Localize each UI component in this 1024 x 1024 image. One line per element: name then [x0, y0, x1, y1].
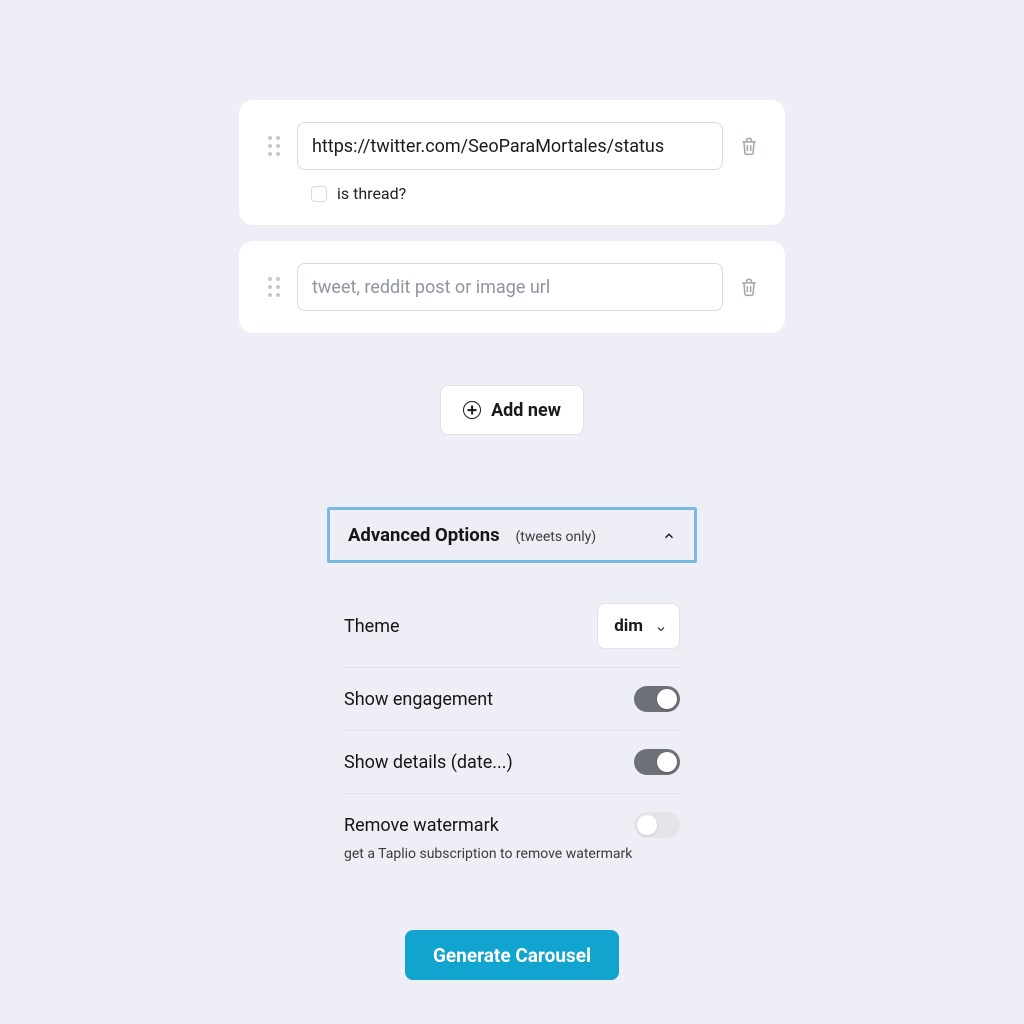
delete-button[interactable] — [737, 275, 761, 299]
generate-label: Generate Carousel — [433, 944, 591, 967]
advanced-options: Advanced Options (tweets only) — [327, 507, 697, 563]
watermark-toggle[interactable] — [634, 812, 680, 838]
url-card: is thread? — [239, 100, 785, 225]
theme-label: Theme — [344, 616, 400, 637]
chevron-up-icon — [662, 528, 676, 542]
add-new-label: Add new — [491, 400, 561, 421]
url-card — [239, 241, 785, 333]
url-input[interactable] — [297, 263, 723, 311]
url-row — [263, 122, 761, 170]
option-theme: Theme dim — [342, 585, 682, 668]
is-thread-checkbox[interactable] — [311, 186, 327, 202]
generate-button[interactable]: Generate Carousel — [405, 930, 619, 980]
chevron-down-icon — [655, 620, 667, 632]
details-label: Show details (date...) — [344, 752, 513, 773]
drag-handle-icon[interactable] — [263, 277, 283, 297]
advanced-options-note: (tweets only) — [516, 529, 597, 545]
thread-row: is thread? — [263, 184, 761, 203]
engagement-label: Show engagement — [344, 689, 493, 710]
drag-handle-icon[interactable] — [263, 136, 283, 156]
plus-circle-icon — [463, 401, 481, 419]
advanced-options-title: Advanced Options — [348, 524, 500, 546]
theme-select[interactable]: dim — [597, 603, 680, 649]
theme-value: dim — [614, 616, 643, 636]
engagement-toggle[interactable] — [634, 686, 680, 712]
add-new-button[interactable]: Add new — [440, 385, 584, 435]
url-row — [263, 263, 761, 311]
advanced-options-toggle[interactable]: Advanced Options (tweets only) — [327, 507, 697, 563]
watermark-label: Remove watermark — [344, 815, 499, 836]
watermark-note: get a Taplio subscription to remove wate… — [344, 846, 680, 862]
delete-button[interactable] — [737, 134, 761, 158]
is-thread-label: is thread? — [337, 184, 406, 203]
option-details: Show details (date...) — [342, 731, 682, 794]
option-watermark: Remove watermark get a Taplio subscripti… — [342, 794, 682, 870]
url-input[interactable] — [297, 122, 723, 170]
option-engagement: Show engagement — [342, 668, 682, 731]
details-toggle[interactable] — [634, 749, 680, 775]
options-panel: Theme dim Show engagement Show details (… — [342, 585, 682, 870]
